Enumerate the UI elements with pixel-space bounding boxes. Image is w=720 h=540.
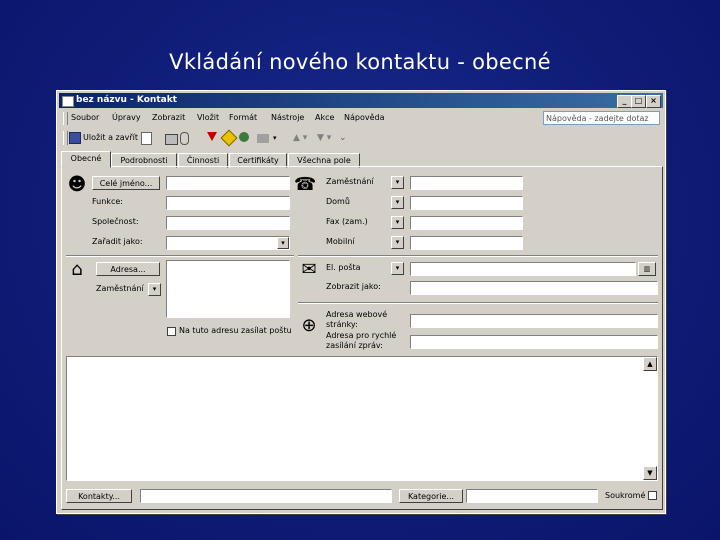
toolbar-grip [63,131,68,145]
standard-toolbar: Uložit a zavřít ▾ ▲ ▾ ▼ ▾ ⌄ [59,128,663,148]
phone-label-work: Zaměstnání [326,177,374,186]
phone-dropdown-mobile[interactable]: ▾ [391,236,404,249]
globe-page-icon: ⊕ [301,315,317,336]
minimize-button[interactable]: _ [617,95,632,108]
phone-dropdown-work[interactable]: ▾ [391,176,404,189]
maximize-button[interactable]: □ [631,95,646,108]
company-field[interactable] [166,216,290,230]
notes-scroll-down[interactable]: ▼ [643,466,657,480]
address-book-icon[interactable]: ▥ [638,262,656,276]
address-field[interactable] [166,260,290,318]
display-as-label: Zobrazit jako: [326,282,381,291]
down-arrow-icon[interactable]: ▼ ▾ [317,131,331,145]
menu-soubor[interactable]: Soubor [71,113,99,122]
menu-napoveda[interactable]: Nápověda [344,113,385,122]
flag-icon[interactable] [207,132,217,141]
right-separator [298,255,658,257]
address-button[interactable]: Adresa... [96,262,160,276]
categories-button[interactable]: Kategorie... [399,489,463,503]
notes-field[interactable]: ▲ ▼ [66,356,658,481]
tab-obecne[interactable]: Obecné [61,151,111,168]
menu-upravy[interactable]: Úpravy [112,113,141,122]
notes-scroll-up[interactable]: ▲ [643,357,657,371]
mouse-cursor-icon [566,265,572,275]
general-panel: ☻ Celé jméno... Funkce: Společnost: Zařa… [61,166,663,510]
private-checkbox[interactable] [648,491,657,500]
phone-label-fax: Fax (zam.) [326,217,368,226]
phone-field-work[interactable] [410,176,523,190]
paperclip-icon[interactable] [180,132,189,145]
phone-dropdown-arrow[interactable]: ▾ [273,131,277,145]
left-separator [66,255,294,257]
im-address-field[interactable] [410,335,658,349]
web-separator [298,302,658,304]
contact-card-icon [62,96,74,107]
address-type-label: Zaměstnání [96,284,144,293]
menu-akce[interactable]: Akce [315,113,334,122]
telephone-icon: ☎ [294,174,317,195]
file-as-label: Zařadit jako: [92,237,143,246]
job-title-field[interactable] [166,196,290,210]
phone-label-home: Domů [326,197,350,206]
web-address-field[interactable] [410,314,658,328]
mailing-address-label: Na tuto adresu zasílat poštu [179,326,292,335]
company-label: Společnost: [92,217,139,226]
contacts-field[interactable] [140,489,392,503]
phone-label-mobile: Mobilní [326,237,355,246]
email-dropdown[interactable]: ▾ [391,262,404,275]
menu-vlozit[interactable]: Vložit [197,113,219,122]
web-address-label: Adresa webové stránky: [326,310,388,329]
menu-nastroje[interactable]: Nástroje [271,113,304,122]
toolbar-options-icon[interactable]: ⌄ [339,131,347,145]
file-as-combo[interactable]: ▾ [166,236,290,250]
phone-dropdown-home[interactable]: ▾ [391,196,404,209]
title-bar[interactable]: bez názvu - Kontakt _ □ × [59,93,663,108]
private-label: Soukromé [605,491,646,500]
categories-icon[interactable] [220,129,238,147]
person-icon: ☻ [67,174,87,195]
full-name-field[interactable] [166,176,290,190]
up-arrow-icon[interactable]: ▲ ▾ [293,131,307,145]
categories-field[interactable] [466,489,598,503]
job-title-label: Funkce: [92,197,123,206]
window-title: bez názvu - Kontakt [76,95,177,105]
email-label: El. pošta [326,263,361,272]
email-icon: ✉ [301,259,317,280]
phone-icon[interactable] [257,134,269,143]
file-as-dropdown-arrow[interactable]: ▾ [277,237,289,249]
address-type-dropdown[interactable]: ▾ [148,283,161,296]
full-name-button[interactable]: Celé jméno... [92,176,160,190]
display-as-field[interactable] [410,281,658,295]
menu-zobrazit[interactable]: Zobrazit [152,113,185,122]
mailing-address-checkbox[interactable] [167,327,176,336]
floppy-disk-icon [69,132,81,144]
phone-dropdown-fax[interactable]: ▾ [391,216,404,229]
help-search-input[interactable]: Nápověda - zadejte dotaz [543,111,660,125]
save-close-button[interactable]: Uložit a zavřít [83,131,138,145]
menu-grip [63,112,68,125]
im-address-label: Adresa pro rychlé zasílání zpráv: [326,331,397,350]
new-document-icon[interactable] [141,132,152,145]
email-field[interactable] [410,262,636,276]
envelope-globe-icon[interactable] [239,132,249,142]
contact-window: bez názvu - Kontakt _ □ × Soubor Úpravy … [56,90,666,514]
phone-field-fax[interactable] [410,216,523,230]
printer-icon[interactable] [165,134,178,145]
slide-title: Vkládání nového kontaktu - obecné [169,50,551,74]
contacts-button[interactable]: Kontakty... [66,489,132,503]
menu-bar: Soubor Úpravy Zobrazit Vložit Formát Nás… [59,110,663,127]
phone-field-home[interactable] [410,196,523,210]
menu-format[interactable]: Formát [229,113,257,122]
close-button[interactable]: × [646,95,661,108]
tab-strip: Obecné Podrobnosti Činnosti Certifikáty … [61,151,661,168]
house-icon: ⌂ [71,259,83,280]
phone-field-mobile[interactable] [410,236,523,250]
